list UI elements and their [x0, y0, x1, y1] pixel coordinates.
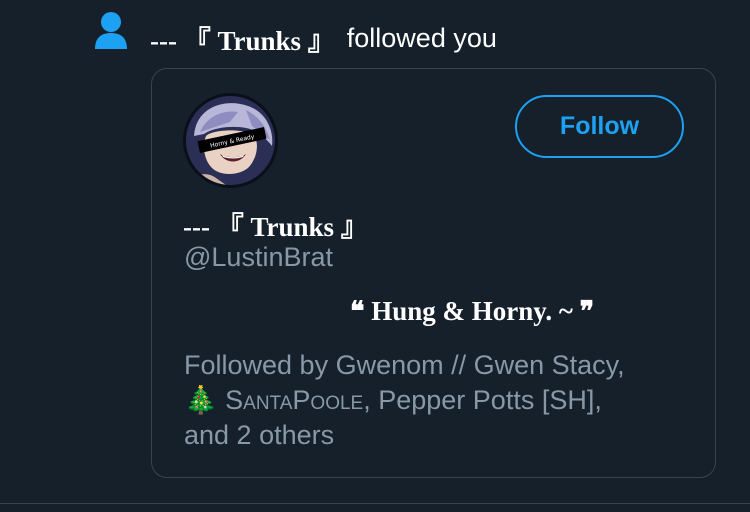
followed-by-middle: , Pepper Potts [SH], [363, 385, 602, 415]
avatar[interactable]: Horny & Ready [183, 93, 278, 188]
notification-action-text: followed you [346, 22, 497, 53]
person-icon [94, 11, 128, 51]
follow-button[interactable]: Follow [515, 95, 684, 158]
user-bio: ❝ Hung & Horny. ~ ❞ [350, 296, 595, 326]
display-name-text[interactable]: --- 『 Trunks 』 [183, 212, 368, 242]
notification-actor-name[interactable]: --- 『 Trunks 』 [150, 19, 335, 58]
followed-by-suffix: and 2 others [184, 420, 335, 450]
notification-line: --- 『 Trunks 』 followed you [150, 18, 497, 58]
followed-by-santapoole: SantaPoole [225, 385, 364, 415]
christmas-tree-icon: 🎄 [184, 385, 218, 415]
followed-by-text: Followed by Gwenom // Gwen Stacy, 🎄 Sant… [184, 348, 704, 453]
display-name[interactable]: --- 『 Trunks 』 [183, 205, 368, 244]
followed-by-prefix: Followed by Gwenom // Gwen Stacy, [184, 350, 625, 380]
divider [0, 503, 750, 504]
user-handle[interactable]: @LustinBrat [184, 242, 333, 273]
